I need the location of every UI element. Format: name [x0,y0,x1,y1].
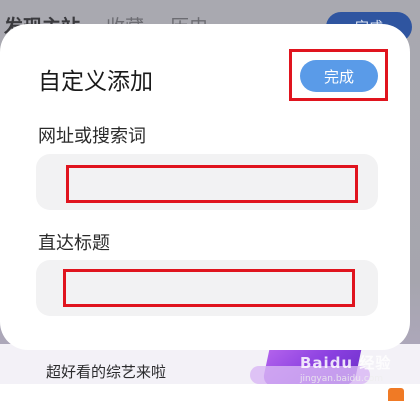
bottom-bar [0,384,420,401]
highlight-box-url-input [66,165,358,203]
bottom-bar-icon [388,388,404,401]
highlight-box-title-input [63,269,355,307]
watermark-brand: Baidu 经验 [300,354,392,372]
baidu-watermark: Baidu 经验 jingyan.baidu.com [300,352,412,386]
title-field-label: 直达标题 [38,233,110,254]
watermark-url: jingyan.baidu.com [300,374,384,384]
promo-text: 超好看的综艺来啦 [46,363,167,381]
dialog-title: 自定义添加 [38,69,153,95]
url-field-label: 网址或搜索词 [38,126,146,147]
highlight-box-done [289,49,388,101]
custom-add-dialog: 自定义添加 完成 网址或搜索词 直达标题 [0,24,410,350]
